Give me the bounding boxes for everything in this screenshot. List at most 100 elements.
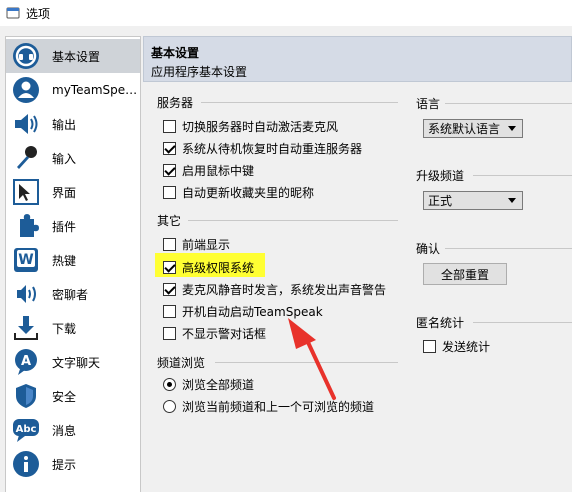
checkbox-label: 不显示警对话框 (182, 327, 267, 341)
window-title: 选项 (26, 6, 51, 21)
sidebar-item-whisper[interactable]: 密聊者 (6, 277, 140, 311)
update-bookmark-nicknames-checkbox[interactable]: 自动更新收藏夹里的昵称 (163, 184, 314, 201)
group-title-language: 语言 (416, 97, 441, 111)
keyboard-key-icon: W (10, 244, 42, 276)
sidebar-item-label: 安全 (52, 389, 77, 404)
sidebar-item-downloads[interactable]: 下载 (6, 311, 140, 345)
sidebar-item-hints[interactable]: 提示 (6, 447, 140, 481)
group-title-channel-browse: 频道浏览 (157, 356, 206, 370)
checkbox-box (163, 305, 176, 318)
sidebar-item-label: 密聊者 (52, 287, 89, 302)
divider (201, 102, 398, 103)
whisper-icon (10, 278, 42, 310)
checkbox-box (163, 142, 176, 155)
divider (188, 220, 398, 221)
divider (473, 175, 572, 176)
middle-mouse-checkbox[interactable]: 启用鼠标中键 (163, 162, 254, 179)
language-select[interactable]: 系统默认语言 (423, 119, 523, 138)
checkbox-label: 麦克风静音时发言，系统发出声音警告 (182, 283, 387, 297)
radio-button (163, 378, 176, 391)
checkbox-box (163, 238, 176, 251)
settings-panel: 基本设置 应用程序基本设置 服务器 切换服务器时自动激活麦克风 系统从待机恢复时… (143, 36, 572, 492)
page-subtitle: 应用程序基本设置 (151, 65, 248, 79)
upgrade-channel-select[interactable]: 正式 (423, 191, 523, 210)
sidebar-item-label: 下载 (52, 321, 77, 336)
app-icon (6, 7, 20, 19)
title-bar: 选项 (0, 0, 572, 26)
group-title-confirm: 确认 (416, 242, 441, 256)
shield-icon (10, 380, 42, 412)
microphone-icon (10, 142, 42, 174)
speaker-icon (10, 108, 42, 140)
sidebar-item-label: 界面 (52, 185, 77, 200)
checkbox-label: 切换服务器时自动激活麦克风 (182, 120, 339, 134)
checkbox-label: 启用鼠标中键 (182, 164, 255, 178)
sidebar-item-label: 输出 (52, 117, 77, 132)
hide-warnings-checkbox[interactable]: 不显示警对话框 (163, 325, 266, 342)
sidebar-item-output[interactable]: 输出 (6, 107, 140, 141)
sidebar-item-label: 插件 (52, 219, 77, 234)
checkbox-label: 自动更新收藏夹里的昵称 (182, 186, 315, 200)
group-title-anonymous-stats: 匿名统计 (416, 316, 465, 330)
divider (445, 103, 572, 104)
checkbox-box (163, 283, 176, 296)
sidebar-item-interface[interactable]: 界面 (6, 175, 140, 209)
chevron-down-icon (508, 198, 516, 203)
radio-label: 浏览当前频道和上一个可浏览的频道 (182, 400, 375, 414)
reset-all-button[interactable]: 全部重置 (423, 263, 507, 285)
sidebar-item-hotkeys[interactable]: W 热键 (6, 243, 140, 277)
mute-warning-checkbox[interactable]: 麦克风静音时发言，系统发出声音警告 (163, 281, 386, 298)
sidebar-item-label: 基本设置 (52, 49, 101, 64)
sidebar-item-myteamspeak[interactable]: myTeamSpe… (6, 73, 140, 107)
select-value: 正式 (428, 194, 453, 208)
sidebar-item-input[interactable]: 输入 (6, 141, 140, 175)
group-title-other: 其它 (157, 214, 182, 228)
user-avatar-icon (10, 74, 42, 106)
autostart-checkbox[interactable]: 开机自动启动TeamSpeak (163, 303, 323, 320)
svg-text:A: A (21, 354, 31, 369)
abc-bubble-icon: Abc (10, 414, 42, 446)
radio-label: 浏览全部频道 (182, 378, 255, 392)
sidebar-item-security[interactable]: 安全 (6, 379, 140, 413)
svg-text:Abc: Abc (16, 424, 37, 435)
divider (473, 322, 572, 323)
checkbox-label: 系统从待机恢复时自动重连服务器 (182, 142, 363, 156)
chevron-down-icon (508, 126, 516, 131)
sidebar-item-plugins[interactable]: 插件 (6, 209, 140, 243)
auto-activate-mic-checkbox[interactable]: 切换服务器时自动激活麦克风 (163, 118, 338, 135)
browse-current-channel-radio[interactable]: 浏览当前频道和上一个可浏览的频道 (163, 398, 374, 415)
puzzle-icon (10, 210, 42, 242)
sidebar-item-label: 提示 (52, 457, 77, 472)
divider (445, 248, 572, 249)
checkbox-label: 发送统计 (442, 340, 491, 354)
group-title-server: 服务器 (157, 96, 194, 110)
always-on-top-checkbox[interactable]: 前端显示 (163, 236, 230, 253)
sidebar-item-label: 热键 (52, 253, 77, 268)
advanced-permissions-checkbox[interactable]: 高级权限系统 (163, 259, 254, 276)
select-value: 系统默认语言 (428, 122, 501, 136)
sidebar-item-label: 文字聊天 (52, 355, 101, 370)
browse-all-channels-radio[interactable]: 浏览全部频道 (163, 376, 254, 393)
send-stats-checkbox[interactable]: 发送统计 (423, 338, 490, 355)
sidebar-item-text-chat[interactable]: A 文字聊天 (6, 345, 140, 379)
teamspeak-logo-icon (10, 40, 42, 72)
checkbox-box (423, 340, 436, 353)
sidebar-item-basic-settings[interactable]: 基本设置 (6, 39, 140, 73)
sidebar: 基本设置 myTeamSpe… 输出 输入 界面 插件 W 热键 密聊者 下载 … (5, 36, 141, 492)
auto-reconnect-checkbox[interactable]: 系统从待机恢复时自动重连服务器 (163, 140, 362, 157)
sidebar-item-label: 消息 (52, 423, 77, 438)
sidebar-item-label: 输入 (52, 151, 77, 166)
svg-text:W: W (18, 252, 33, 268)
info-icon (10, 448, 42, 480)
checkbox-box (163, 120, 176, 133)
text-chat-icon: A (10, 346, 42, 378)
checkbox-label: 开机自动启动TeamSpeak (182, 305, 323, 319)
divider (215, 362, 398, 363)
checkbox-box (163, 164, 176, 177)
checkbox-box (163, 327, 176, 340)
checkbox-label: 前端显示 (182, 238, 231, 252)
panel-header: 基本设置 应用程序基本设置 (143, 36, 572, 82)
download-icon (10, 312, 42, 344)
pointer-icon (10, 176, 42, 208)
sidebar-item-messages[interactable]: Abc 消息 (6, 413, 140, 447)
